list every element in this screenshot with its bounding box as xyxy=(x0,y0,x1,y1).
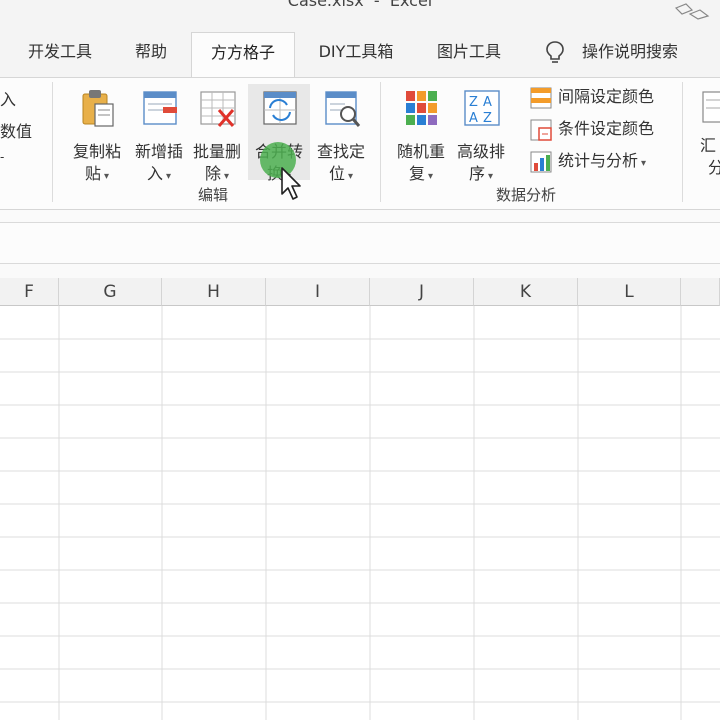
insert-icon xyxy=(143,91,177,125)
dropdown-arrow-icon: ▾ xyxy=(347,171,354,182)
svg-text:Z: Z xyxy=(469,95,478,110)
batch-delete-button[interactable]: 批量删 除 ▾ xyxy=(186,84,248,183)
group-separator xyxy=(682,82,683,202)
cell-gridlines xyxy=(0,306,720,720)
cutoff-dropdown[interactable]: - xyxy=(0,150,4,164)
tab-fangfanggezi[interactable]: 方方格子 xyxy=(191,32,295,78)
tab-picture-tools[interactable]: 图片工具 xyxy=(422,32,516,78)
random-repeat-icon xyxy=(406,91,437,125)
button-label: 批量删 xyxy=(192,142,241,161)
button-label-line2: 换 ▾ xyxy=(266,164,292,183)
button-label-line2: 除 ▾ xyxy=(204,164,230,183)
button-label: 查找定 xyxy=(316,142,365,161)
dropdown-arrow-icon: ▾ xyxy=(427,171,434,182)
svg-text:A: A xyxy=(483,95,492,110)
edit-group-label: 编辑 xyxy=(198,186,229,204)
ribbon: 入 数值 - 复制粘 贴 ▾ 新增插 入 ▾ 批量删 除 ▾ 合并转 换 ▾ 查… xyxy=(0,77,720,210)
find-locate-icon xyxy=(325,91,361,127)
button-label: 高级排 xyxy=(456,142,505,161)
advanced-sort-icon: Z A A Z xyxy=(464,90,500,126)
ribbon-display-icon[interactable] xyxy=(672,2,712,20)
formula-bar[interactable] xyxy=(0,222,720,264)
button-label: 合并转 xyxy=(254,142,303,161)
window-title: Case.xlsx - Excel xyxy=(287,0,433,10)
tab-developer[interactable]: 开发工具 xyxy=(14,32,106,78)
batch-delete-icon xyxy=(200,91,236,127)
column-header[interactable] xyxy=(681,278,720,306)
interval-color-icon xyxy=(530,87,552,109)
button-label-line2: 位 ▾ xyxy=(328,164,354,183)
title-bar: Case.xlsx - Excel xyxy=(0,0,720,22)
lightbulb-icon xyxy=(546,41,564,63)
button-label: 随机重 xyxy=(396,142,445,161)
button-label-line2: 入 ▾ xyxy=(146,164,172,183)
svg-text:A: A xyxy=(469,111,478,126)
dropdown-arrow-icon: ▾ xyxy=(487,171,494,182)
column-header[interactable]: F xyxy=(0,278,59,306)
column-header[interactable]: G xyxy=(59,278,162,306)
svg-text:Z: Z xyxy=(483,111,492,126)
cutoff-button-label[interactable]: 入 xyxy=(0,86,16,110)
summary-button-label[interactable]: 汇 xyxy=(700,132,716,156)
tab-help[interactable]: 帮助 xyxy=(118,32,184,78)
summary-button-label[interactable]: 分 xyxy=(708,154,720,178)
group-separator xyxy=(380,82,381,202)
column-header[interactable]: I xyxy=(266,278,370,306)
button-label: 复制粘 xyxy=(72,142,121,161)
dropdown-arrow-icon: ▾ xyxy=(103,171,110,182)
group-separator xyxy=(52,82,53,202)
cutoff-button-label[interactable]: 数值 xyxy=(0,118,32,142)
merge-convert-button[interactable]: 合并转 换 ▾ xyxy=(248,84,310,183)
column-header[interactable]: H xyxy=(162,278,266,306)
button-label-line2: 复 ▾ xyxy=(408,164,434,183)
statistics-icon xyxy=(530,151,552,173)
button-label-line2: 贴 ▾ xyxy=(84,164,110,183)
advanced-sort-button[interactable]: Z A A Z 高级排 序 ▾ xyxy=(450,84,512,183)
find-locate-button[interactable]: 查找定 位 ▾ xyxy=(310,84,372,183)
random-repeat-button[interactable]: 随机重 复 ▾ xyxy=(390,84,452,183)
dropdown-arrow-icon: ▾ xyxy=(641,158,647,169)
column-header[interactable]: K xyxy=(474,278,578,306)
dropdown-arrow-icon: ▾ xyxy=(165,171,172,182)
copy-paste-icon xyxy=(82,90,114,127)
dropdown-arrow-icon: ▾ xyxy=(285,171,292,182)
copy-paste-button[interactable]: 复制粘 贴 ▾ xyxy=(66,84,128,183)
data-group-label: 数据分析 xyxy=(496,186,557,204)
button-label: 新增插 xyxy=(134,142,183,161)
column-header[interactable]: J xyxy=(370,278,474,306)
merge-convert-icon xyxy=(263,91,297,125)
column-header[interactable]: L xyxy=(578,278,681,306)
ribbon-tabs: 开发工具 帮助 方方格子 DIY工具箱 图片工具 操作说明搜索 xyxy=(0,22,720,78)
insert-button[interactable]: 新增插 入 ▾ xyxy=(128,84,190,183)
button-label: 间隔设定颜色 xyxy=(558,87,655,106)
dropdown-arrow-icon: ▾ xyxy=(223,171,230,182)
button-label: 统计与分析 ▾ xyxy=(558,151,647,170)
tab-diy-toolbox[interactable]: DIY工具箱 xyxy=(306,32,406,78)
conditional-color-icon xyxy=(530,119,552,141)
worksheet-grid[interactable]: F G H I J K L xyxy=(0,278,720,720)
summary-icon xyxy=(702,91,720,123)
tell-me-search[interactable]: 操作说明搜索 xyxy=(582,32,678,72)
button-label-line2: 序 ▾ xyxy=(468,164,494,183)
button-label: 条件设定颜色 xyxy=(558,119,655,138)
